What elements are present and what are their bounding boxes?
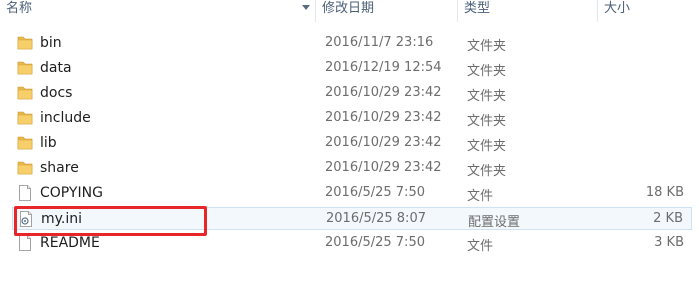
folder-icon <box>16 159 34 177</box>
folder-icon <box>16 34 34 52</box>
file-row[interactable]: COPYING 2016/5/25 7:50 文件 18 KB <box>12 182 692 205</box>
file-row[interactable]: lib 2016/10/29 23:42 文件夹 <box>12 132 692 155</box>
file-size: 2 KB <box>653 211 683 226</box>
file-type: 配置设置 <box>468 215 521 230</box>
file-name: lib <box>40 135 57 151</box>
folder-icon <box>16 84 34 102</box>
file-type: 文件夹 <box>467 39 507 54</box>
file-date: 2016/5/25 7:50 <box>325 185 425 200</box>
column-header-type-label: 类型 <box>464 1 491 16</box>
file-date: 2016/5/25 8:07 <box>326 211 426 226</box>
file-type: 文件 <box>467 189 494 204</box>
file-name: include <box>40 110 91 126</box>
file-date: 2016/10/29 23:42 <box>325 135 442 150</box>
file-type: 文件夹 <box>467 164 507 179</box>
file-name: README <box>40 235 100 251</box>
file-date: 2016/11/7 23:16 <box>325 35 434 50</box>
file-type: 文件夹 <box>467 114 507 129</box>
file-row[interactable]: docs 2016/10/29 23:42 文件夹 <box>12 82 692 105</box>
file-date: 2016/5/25 7:50 <box>325 235 425 250</box>
column-header-size-label: 大小 <box>604 1 631 16</box>
column-header-bar: 名称 修改日期 类型 大小 <box>0 0 699 24</box>
file-name: data <box>40 60 72 76</box>
file-row[interactable]: data 2016/12/19 12:54 文件夹 <box>12 57 692 80</box>
file-row[interactable]: include 2016/10/29 23:42 文件夹 <box>12 107 692 130</box>
file-size: 18 KB <box>645 185 684 200</box>
file-date: 2016/10/29 23:42 <box>325 110 442 125</box>
file-row[interactable]: bin 2016/11/7 23:16 文件夹 <box>12 32 692 55</box>
file-name: share <box>40 160 79 176</box>
file-row[interactable]: share 2016/10/29 23:42 文件夹 <box>12 157 692 180</box>
file-icon <box>16 234 34 252</box>
file-icon <box>16 184 34 202</box>
column-header-date-label: 修改日期 <box>322 1 375 16</box>
column-header-size[interactable]: 大小 <box>598 0 699 22</box>
file-name: docs <box>40 85 73 101</box>
column-header-name-label: 名称 <box>6 1 33 16</box>
file-date: 2016/12/19 12:54 <box>325 60 442 75</box>
highlight-annotation-box <box>14 206 207 236</box>
file-type: 文件夹 <box>467 139 507 154</box>
file-name: COPYING <box>40 185 103 201</box>
file-type: 文件夹 <box>467 64 507 79</box>
file-name: bin <box>40 35 62 51</box>
column-header-date[interactable]: 修改日期 <box>316 0 458 22</box>
folder-icon <box>16 134 34 152</box>
column-header-type[interactable]: 类型 <box>458 0 598 22</box>
file-type: 文件 <box>467 239 494 254</box>
file-date: 2016/10/29 23:42 <box>325 160 442 175</box>
file-size: 3 KB <box>654 235 684 250</box>
file-type: 文件夹 <box>467 89 507 104</box>
sort-descending-icon <box>302 5 310 10</box>
folder-icon <box>16 109 34 127</box>
column-header-name[interactable]: 名称 <box>0 0 316 22</box>
file-date: 2016/10/29 23:42 <box>325 85 442 100</box>
folder-icon <box>16 59 34 77</box>
